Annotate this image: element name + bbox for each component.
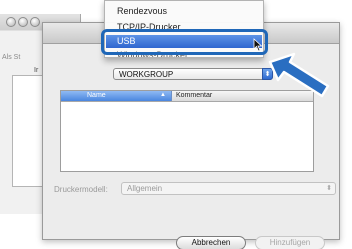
menu-item-rendezvous[interactable]: Rendezvous xyxy=(117,6,167,16)
callout-arrow-icon xyxy=(268,52,330,98)
printer-model-value: Allgemein xyxy=(127,184,163,193)
minimize-window-icon[interactable] xyxy=(18,17,28,27)
close-window-icon[interactable] xyxy=(6,17,16,27)
printer-model-select: Allgemein ⬍ xyxy=(121,182,336,195)
zoom-window-icon[interactable] xyxy=(30,17,40,27)
background-window-label: Als St xyxy=(2,54,21,61)
pointer-cursor-icon xyxy=(253,38,263,52)
workgroup-value: WORKGROUP xyxy=(119,70,174,79)
printer-model-row: Druckermodell: Allgemein ⬍ xyxy=(54,182,336,196)
printer-list[interactable]: Name ▲ Kommentar xyxy=(60,90,314,172)
chevron-updown-icon: ⬍ xyxy=(326,185,332,192)
add-button[interactable]: Hinzufügen xyxy=(255,236,325,249)
column-header-comment[interactable]: Kommentar xyxy=(176,92,212,99)
cancel-button[interactable]: Abbrechen xyxy=(176,236,246,249)
printer-model-label: Druckermodell: xyxy=(54,185,108,194)
screen: Als St Ir WORKGROUP ⬍ Name ▲ Kommentar D… xyxy=(0,0,352,249)
workgroup-select[interactable]: WORKGROUP ⬍ xyxy=(113,68,273,80)
column-header-name-label: Name xyxy=(87,92,106,99)
column-header-name[interactable]: Name ▲ xyxy=(61,91,172,101)
sort-ascending-icon: ▲ xyxy=(160,92,166,98)
background-window-column: Ir xyxy=(34,67,39,74)
usb-highlight-ring xyxy=(101,29,268,55)
